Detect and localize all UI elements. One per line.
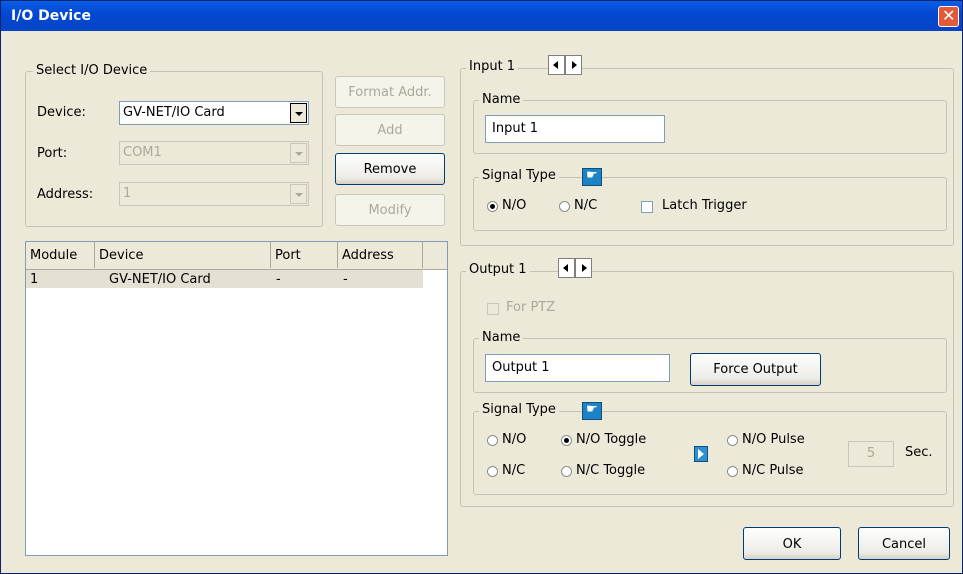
- output-signal-type-group: Signal Type ☛ N/O N/O Toggle N/O Pulse N…: [473, 402, 947, 495]
- hand-pointer-icon[interactable]: ☛: [582, 168, 602, 186]
- chevron-down-icon[interactable]: [290, 143, 307, 163]
- select-io-device-group: Select I/O Device Device: GV-NET/IO Card…: [25, 63, 323, 227]
- input-signal-type-group: Signal Type ☛ N/O N/C Latch Trigger: [473, 168, 947, 231]
- remove-button[interactable]: Remove: [335, 153, 445, 185]
- device-select[interactable]: GV-NET/IO Card: [119, 101, 309, 125]
- for-ptz-label: For PTZ: [506, 300, 556, 315]
- pulse-seconds-value: 5: [866, 446, 876, 461]
- output-no-pulse-label: N/O Pulse: [742, 432, 805, 447]
- output-nc-pulse-label: N/C Pulse: [742, 463, 804, 478]
- cell-address: -: [343, 272, 348, 287]
- format-addr-button[interactable]: Format Addr.: [335, 76, 445, 108]
- column-address[interactable]: Address: [338, 242, 423, 268]
- input-name-legend: Name: [479, 92, 524, 107]
- column-device[interactable]: Device: [95, 242, 271, 268]
- chevron-down-icon[interactable]: [290, 184, 307, 204]
- io-device-dialog: I/O Device ✕ Select I/O Device Device: G…: [0, 0, 963, 574]
- input-no-radio[interactable]: [487, 201, 498, 212]
- modify-button[interactable]: Modify: [335, 194, 445, 226]
- output-name-legend: Name: [479, 330, 524, 345]
- cell-port: -: [276, 272, 281, 287]
- output-name-value: Output 1: [492, 360, 550, 375]
- output-next-button[interactable]: [575, 258, 592, 278]
- table-row[interactable]: 1 GV-NET/IO Card - -: [26, 270, 423, 288]
- input-name-value: Input 1: [492, 121, 539, 136]
- output-no-toggle-label: N/O Toggle: [576, 432, 647, 447]
- column-port[interactable]: Port: [271, 242, 338, 268]
- chevron-down-icon[interactable]: [290, 103, 307, 123]
- window-title: I/O Device: [11, 8, 91, 24]
- close-button[interactable]: ✕: [938, 6, 959, 27]
- input-nc-radio[interactable]: [559, 201, 570, 212]
- add-button[interactable]: Add: [335, 114, 445, 146]
- output-group: Output 1 For PTZ Name Output 1 Force Out…: [460, 258, 954, 507]
- latch-trigger-label: Latch Trigger: [662, 198, 747, 213]
- device-list-header: Module Device Port Address: [26, 242, 447, 270]
- output-name-field[interactable]: Output 1: [485, 354, 670, 382]
- input-no-label: N/O: [502, 198, 527, 213]
- input-group: Input 1 Name Input 1 Signal Type ☛ N/O N…: [460, 55, 954, 246]
- address-label: Address:: [37, 187, 94, 202]
- input-signal-type-legend: Signal Type: [479, 168, 559, 183]
- title-bar: I/O Device ✕: [1, 1, 962, 31]
- close-icon: ✕: [942, 6, 956, 25]
- output-nc-toggle-label: N/C Toggle: [576, 463, 646, 478]
- output-no-radio[interactable]: [487, 435, 498, 446]
- cell-device: GV-NET/IO Card: [109, 272, 211, 287]
- input-legend: Input 1: [466, 59, 519, 74]
- output-nc-pulse-radio[interactable]: [727, 466, 738, 477]
- hand-pointer-icon[interactable]: ☛: [582, 402, 602, 420]
- input-prev-button[interactable]: [548, 55, 565, 75]
- output-legend: Output 1: [466, 262, 530, 277]
- device-label: Device:: [37, 105, 86, 120]
- input-next-button[interactable]: [565, 55, 582, 75]
- seconds-label: Sec.: [905, 445, 933, 460]
- device-select-value: GV-NET/IO Card: [123, 105, 225, 120]
- force-output-button[interactable]: Force Output: [690, 353, 821, 386]
- output-name-group: Name Output 1 Force Output: [473, 330, 947, 393]
- output-no-label: N/O: [502, 432, 527, 447]
- output-nc-label: N/C: [502, 463, 526, 478]
- latch-trigger-checkbox[interactable]: [641, 201, 653, 213]
- cancel-button[interactable]: Cancel: [858, 527, 950, 560]
- cell-module: 1: [30, 272, 39, 287]
- for-ptz-checkbox[interactable]: [487, 303, 499, 315]
- input-name-group: Name Input 1: [473, 92, 947, 154]
- output-nc-radio[interactable]: [487, 466, 498, 477]
- column-module[interactable]: Module: [26, 242, 95, 268]
- output-signal-type-legend: Signal Type: [479, 402, 559, 417]
- input-name-field[interactable]: Input 1: [485, 115, 665, 143]
- address-select-value: 1: [123, 186, 132, 201]
- port-label: Port:: [37, 146, 68, 161]
- pulse-seconds-field[interactable]: 5: [848, 441, 894, 467]
- ok-button[interactable]: OK: [743, 527, 841, 560]
- port-select[interactable]: COM1: [119, 141, 309, 165]
- output-prev-button[interactable]: [558, 258, 575, 278]
- device-list[interactable]: Module Device Port Address 1 GV-NET/IO C…: [25, 241, 448, 556]
- port-select-value: COM1: [123, 145, 162, 160]
- output-no-pulse-radio[interactable]: [727, 435, 738, 446]
- input-nc-label: N/C: [574, 198, 598, 213]
- select-io-device-legend: Select I/O Device: [33, 63, 151, 78]
- output-no-toggle-radio[interactable]: [561, 435, 572, 446]
- play-icon[interactable]: [694, 446, 708, 462]
- output-nc-toggle-radio[interactable]: [561, 466, 572, 477]
- address-select[interactable]: 1: [119, 182, 309, 206]
